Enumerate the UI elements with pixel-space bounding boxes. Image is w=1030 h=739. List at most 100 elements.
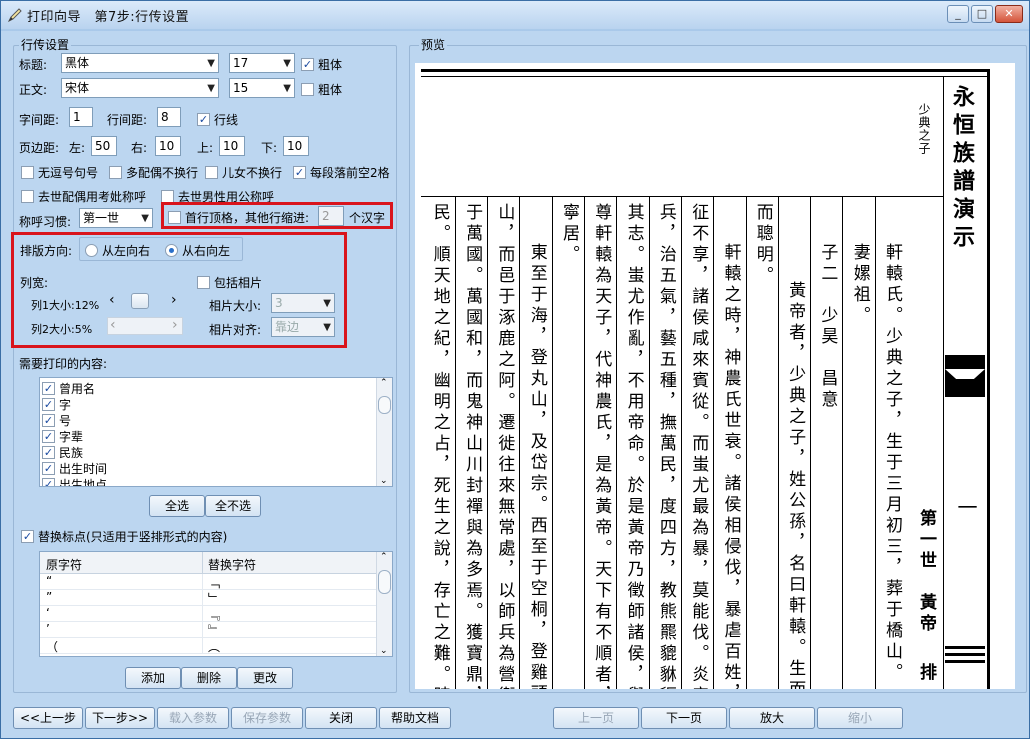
zoom-in-button[interactable]: 放大 bbox=[729, 707, 815, 729]
change-button[interactable]: 更改 bbox=[237, 667, 293, 689]
children-no-break-checkbox[interactable]: 儿女不换行 bbox=[205, 164, 282, 181]
chevron-down-icon[interactable]: ⌄ bbox=[380, 646, 388, 656]
chevron-right-icon[interactable]: › bbox=[171, 292, 177, 308]
content-item-label: 出生时间 bbox=[59, 462, 108, 476]
close-button[interactable]: 关闭 bbox=[305, 707, 377, 729]
spine-line-right bbox=[987, 69, 990, 689]
chevron-down-icon: ▼ bbox=[283, 83, 291, 94]
original-char-cell: ’ bbox=[46, 622, 50, 636]
preview-column: 妻嫘祖。 bbox=[849, 243, 870, 327]
original-char-cell: “ bbox=[46, 574, 53, 588]
chevron-left-icon[interactable]: ‹ bbox=[110, 317, 116, 333]
title-font-label: 标题: bbox=[19, 58, 48, 72]
title-font-value: 黑体 bbox=[65, 56, 90, 70]
next-page-button[interactable]: 下一页 bbox=[641, 707, 727, 729]
column-rule bbox=[551, 197, 553, 689]
photo-align-select[interactable]: 靠边 ▼ bbox=[271, 317, 335, 337]
punct-table[interactable]: 原字符 替换字符 “﹁” ﹂ ‘﹃’ ﹄ （︵ ⌃ ⌄ bbox=[39, 551, 393, 657]
column-rule bbox=[584, 197, 585, 689]
scroll-thumb[interactable] bbox=[378, 570, 391, 594]
margin-top-input[interactable]: 10 bbox=[219, 136, 245, 156]
wizard-window: 打印向导 第7步:行传设置 _ □ ✕ 行传设置 标题: 黑体 ▼ 17 ▼ ✓ 粗体… bbox=[0, 0, 1030, 739]
prev-step-button[interactable]: <<上一步 bbox=[13, 707, 83, 729]
check-icon: ✓ bbox=[21, 530, 34, 543]
slider-thumb[interactable] bbox=[131, 293, 149, 309]
line-spacing-input[interactable]: 8 bbox=[157, 107, 181, 127]
check-icon: ✓ bbox=[42, 414, 55, 427]
minimize-button[interactable]: _ bbox=[947, 5, 969, 23]
save-params-button[interactable]: 保存参数 bbox=[231, 707, 303, 729]
no-punct-checkbox[interactable]: 无逗号句号 bbox=[21, 164, 98, 181]
body-size-select[interactable]: 15 ▼ bbox=[229, 78, 295, 98]
add-button[interactable]: 添加 bbox=[125, 667, 181, 689]
title-size-value: 17 bbox=[233, 56, 249, 70]
prev-page-button[interactable]: 上一页 bbox=[553, 707, 639, 729]
table-row[interactable]: ‘﹃ bbox=[40, 606, 378, 622]
content-item[interactable]: ✓ 民族 bbox=[42, 444, 83, 461]
multi-spouse-checkbox[interactable]: 多配偶不换行 bbox=[109, 164, 198, 181]
dir-ltr-label: 从左向右 bbox=[102, 244, 151, 258]
margin-right-label: 右: bbox=[131, 141, 148, 155]
column-rule bbox=[745, 197, 747, 689]
address-label: 称呼习惯: bbox=[19, 215, 72, 229]
table-row[interactable]: ’ ﹄ bbox=[40, 622, 378, 638]
indent-input[interactable]: 2 bbox=[318, 206, 344, 226]
row-line-checkbox[interactable]: ✓ 行线 bbox=[197, 111, 238, 128]
zoom-out-button[interactable]: 缩小 bbox=[817, 707, 903, 729]
help-button[interactable]: 帮助文档 bbox=[379, 707, 451, 729]
replace-char-cell: ﹁ bbox=[208, 576, 221, 590]
select-none-button[interactable]: 全不选 bbox=[205, 495, 261, 517]
kaobi-checkbox[interactable]: 去世配偶用考妣称呼 bbox=[21, 188, 146, 205]
photo-size-value: 3 bbox=[275, 296, 283, 310]
preview-column: 寧居。 bbox=[559, 203, 579, 266]
vertical-scrollbar[interactable]: ⌃ ⌄ bbox=[376, 552, 392, 656]
content-item[interactable]: ✓ 字辈 bbox=[42, 428, 83, 445]
col2-slider[interactable]: ‹ › bbox=[107, 317, 183, 335]
replace-punct-checkbox[interactable]: ✓ 替换标点(只适用于竖排形式的内容) bbox=[21, 528, 227, 545]
margin-bottom-label: 下: bbox=[261, 141, 278, 155]
title-size-select[interactable]: 17 ▼ bbox=[229, 53, 295, 73]
next-step-button[interactable]: 下一步>> bbox=[85, 707, 155, 729]
table-row[interactable]: （︵ bbox=[40, 638, 378, 654]
content-item[interactable]: ✓ 出生地点 bbox=[42, 476, 107, 486]
chevron-down-icon[interactable]: ⌄ bbox=[380, 476, 388, 486]
chevron-left-icon[interactable]: ‹ bbox=[109, 292, 115, 308]
title-bold-checkbox[interactable]: ✓ 粗体 bbox=[301, 56, 342, 73]
col1-slider[interactable]: ‹ › bbox=[107, 292, 183, 310]
maximize-button[interactable]: □ bbox=[971, 5, 993, 23]
tag-char: 排 bbox=[916, 663, 936, 684]
body-font-select[interactable]: 宋体 ▼ bbox=[61, 78, 219, 98]
content-item[interactable]: ✓ 出生时间 bbox=[42, 460, 107, 477]
check-icon: ✓ bbox=[293, 166, 306, 179]
close-window-button[interactable]: ✕ bbox=[995, 5, 1023, 23]
print-content-list[interactable]: ✓ 曾用名 ✓ 字 ✓ 号 ✓ 字辈 ✓ 民族 ✓ 出生时间 ✓ 出生地点 ⌃ ⌄ bbox=[39, 377, 393, 487]
margin-bottom-input[interactable]: 10 bbox=[283, 136, 309, 156]
margin-left-input[interactable]: 50 bbox=[91, 136, 117, 156]
content-item[interactable]: ✓ 字 bbox=[42, 396, 71, 413]
address-select[interactable]: 第一世 ▼ bbox=[79, 208, 153, 228]
scroll-thumb[interactable] bbox=[378, 396, 391, 414]
load-params-button[interactable]: 载入参数 bbox=[157, 707, 229, 729]
replace-punct-label: 替换标点(只适用于竖排形式的内容) bbox=[38, 530, 228, 544]
body-bold-checkbox[interactable]: 粗体 bbox=[301, 81, 342, 98]
vertical-scrollbar[interactable]: ⌃ ⌄ bbox=[376, 378, 392, 486]
select-all-button[interactable]: 全选 bbox=[149, 495, 205, 517]
include-photo-checkbox[interactable]: 包括相片 bbox=[197, 274, 262, 291]
indent-checkbox[interactable]: 首行顶格，其他行缩进: bbox=[168, 209, 309, 226]
table-row[interactable]: “﹁ bbox=[40, 574, 378, 590]
table-row[interactable]: ” ﹂ bbox=[40, 590, 378, 606]
dir-rtl-radio[interactable]: 从右向左 bbox=[165, 242, 230, 259]
title-font-select[interactable]: 黑体 ▼ bbox=[61, 53, 219, 73]
indent-paragraph-checkbox[interactable]: ✓ 每段落前空2格 bbox=[293, 164, 390, 181]
photo-size-select[interactable]: 3 ▼ bbox=[271, 293, 335, 313]
chevron-right-icon[interactable]: › bbox=[172, 317, 178, 333]
content-item[interactable]: ✓ 曾用名 bbox=[42, 380, 95, 397]
char-spacing-input[interactable]: 1 bbox=[69, 107, 93, 127]
header-note: 少典之子 bbox=[917, 103, 931, 155]
margin-right-input[interactable]: 10 bbox=[155, 136, 181, 156]
chevron-up-icon[interactable]: ⌃ bbox=[380, 552, 388, 562]
delete-button[interactable]: 删除 bbox=[181, 667, 237, 689]
content-item[interactable]: ✓ 号 bbox=[42, 412, 71, 429]
chevron-up-icon[interactable]: ⌃ bbox=[380, 378, 388, 388]
dir-ltr-radio[interactable]: 从左向右 bbox=[85, 242, 150, 259]
